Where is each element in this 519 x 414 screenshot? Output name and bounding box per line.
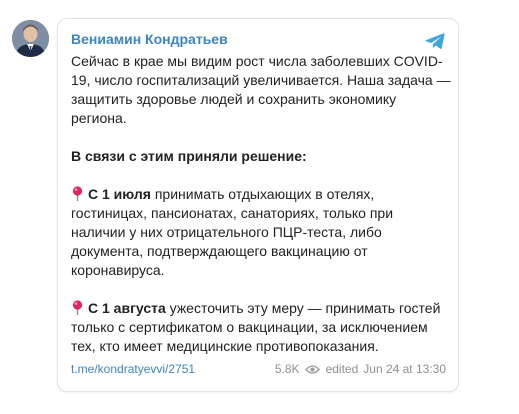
paragraph-decision: В связи с этим приняли решение: [71, 147, 451, 166]
item-date: С 1 августа [88, 300, 166, 316]
message-text: Сейчас в крае мы видим рост числа заболе… [71, 52, 451, 356]
round-pushpin-icon [72, 186, 83, 201]
post-date[interactable]: Jun 24 at 13:30 [363, 362, 446, 376]
list-item: С 1 августа ужесточить эту меру — приним… [71, 299, 451, 356]
message-meta: 5.8K edited Jun 24 at 13:30 [275, 362, 446, 376]
telegram-icon[interactable] [424, 30, 446, 52]
message-footer: t.me/kondratyevvi/2751 5.8K edited Jun 2… [71, 362, 446, 376]
paragraph-intro: Сейчас в крае мы видим рост числа заболе… [71, 53, 451, 126]
view-count: 5.8K [274, 362, 300, 376]
avatar-photo [12, 20, 49, 57]
post-link[interactable]: t.me/kondratyevvi/2751 [71, 362, 195, 376]
author-name[interactable]: Вениамин Кондратьев [71, 31, 228, 47]
decision-heading: В связи с этим приняли решение: [71, 148, 307, 164]
message-card: Вениамин Кондратьев Сейчас в крае мы вид… [57, 18, 459, 392]
avatar[interactable] [12, 20, 49, 57]
round-pushpin-icon [72, 300, 83, 315]
edited-label: edited [325, 362, 359, 376]
item-date: С 1 июля [88, 186, 151, 202]
list-item: С 1 июля принимать отдыхающих в отелях, … [71, 185, 451, 280]
eye-icon [304, 364, 320, 374]
